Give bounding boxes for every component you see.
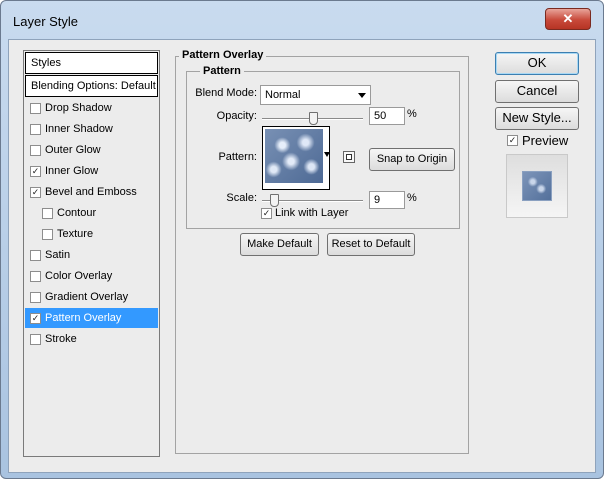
scale-unit: % [407, 192, 417, 204]
link-with-layer-check[interactable]: ✓ [261, 208, 272, 219]
style-item-texture[interactable]: Texture [25, 224, 158, 244]
style-item-contour[interactable]: Contour [25, 203, 158, 223]
style-item-checkbox[interactable] [30, 271, 41, 282]
chevron-down-icon [358, 93, 366, 98]
snap-to-origin-button[interactable]: Snap to Origin [369, 148, 455, 171]
make-default-button[interactable]: Make Default [240, 233, 319, 256]
style-item-color-overlay[interactable]: Color Overlay [25, 266, 158, 286]
pattern-group-title: Pattern [200, 65, 244, 77]
scale-label: Scale: [226, 192, 257, 204]
preview-check[interactable]: ✓ [507, 135, 518, 146]
scale-input[interactable]: 9 [369, 191, 405, 209]
style-item-stroke[interactable]: Stroke [25, 329, 158, 349]
blend-mode-select[interactable]: Normal [260, 85, 371, 105]
style-item-checkbox[interactable] [30, 250, 41, 261]
styles-header[interactable]: Styles [25, 52, 158, 74]
style-preview [506, 154, 568, 218]
pattern-picker[interactable] [262, 126, 330, 190]
title-bar[interactable]: Layer Style ✕ [1, 1, 603, 39]
style-item-checkbox[interactable]: ✓ [30, 313, 41, 324]
opacity-slider-thumb[interactable] [309, 112, 318, 125]
style-item-label: Inner Shadow [45, 123, 113, 135]
style-item-checkbox[interactable] [30, 124, 41, 135]
style-item-checkbox[interactable] [30, 334, 41, 345]
blend-mode-label: Blend Mode: [195, 87, 257, 99]
style-item-label: Texture [57, 228, 94, 240]
style-item-pattern-overlay[interactable]: ✓ Pattern Overlay [25, 308, 158, 328]
dialog-title: Layer Style [13, 14, 79, 29]
blend-mode-value: Normal [265, 89, 301, 101]
style-item-drop-shadow[interactable]: Drop Shadow [25, 98, 158, 118]
style-item-inner-glow[interactable]: ✓ Inner Glow [25, 161, 158, 181]
dialog-body: Styles Blending Options: Default Drop Sh… [8, 39, 596, 473]
style-items: Drop Shadow Inner Shadow Outer Glow ✓ Inner … [24, 98, 159, 349]
opacity-unit: % [407, 108, 417, 120]
preview-label: Preview [522, 133, 569, 148]
link-with-layer-label: Link with Layer [275, 207, 349, 219]
style-item-label: Contour [57, 207, 97, 219]
new-preset-icon-fold [346, 154, 352, 160]
style-item-label: Outer Glow [45, 144, 101, 156]
style-item-outer-glow[interactable]: Outer Glow [25, 140, 158, 160]
style-item-satin[interactable]: Satin [25, 245, 158, 265]
style-item-checkbox[interactable] [30, 103, 41, 114]
close-button[interactable]: ✕ [545, 8, 591, 30]
style-item-label: Satin [45, 249, 71, 261]
style-item-checkbox[interactable]: ✓ [30, 187, 41, 198]
style-item-label: Pattern Overlay [45, 312, 122, 324]
pattern-label: Pattern: [218, 151, 257, 163]
reset-to-default-button[interactable]: Reset to Default [327, 233, 415, 256]
style-item-checkbox[interactable] [42, 208, 53, 219]
style-item-checkbox[interactable] [42, 229, 53, 240]
styles-list: Styles Blending Options: Default Drop Sh… [23, 50, 160, 457]
style-preview-swatch [522, 171, 552, 201]
style-item-checkbox[interactable]: ✓ [30, 166, 41, 177]
style-item-label: Drop Shadow [45, 102, 112, 114]
style-item-label: Inner Glow [45, 165, 99, 177]
pattern-preview-image [265, 129, 323, 183]
cancel-button[interactable]: Cancel [495, 80, 579, 103]
opacity-label: Opacity: [216, 110, 257, 122]
style-item-checkbox[interactable] [30, 145, 41, 156]
new-preset-icon[interactable] [343, 151, 355, 163]
style-item-checkbox[interactable] [30, 292, 41, 303]
layer-style-dialog: Layer Style ✕ Styles Blending Options: D… [0, 0, 604, 479]
ok-button[interactable]: OK [495, 52, 579, 75]
blending-options-item[interactable]: Blending Options: Default [25, 75, 158, 97]
pattern-overlay-title: Pattern Overlay [179, 49, 267, 61]
opacity-input[interactable]: 50 [369, 107, 405, 125]
new-style-button[interactable]: New Style... [495, 107, 579, 130]
style-item-bevel-and-emboss[interactable]: ✓ Bevel and Emboss [25, 182, 158, 202]
style-item-label: Bevel and Emboss [45, 186, 137, 198]
style-item-label: Stroke [45, 333, 77, 345]
style-item-inner-shadow[interactable]: Inner Shadow [25, 119, 158, 139]
scale-slider-thumb[interactable] [270, 194, 280, 207]
pattern-dropdown-icon[interactable] [324, 152, 330, 157]
style-item-label: Gradient Overlay [45, 291, 129, 303]
style-item-gradient-overlay[interactable]: Gradient Overlay [25, 287, 158, 307]
style-item-label: Color Overlay [45, 270, 113, 282]
